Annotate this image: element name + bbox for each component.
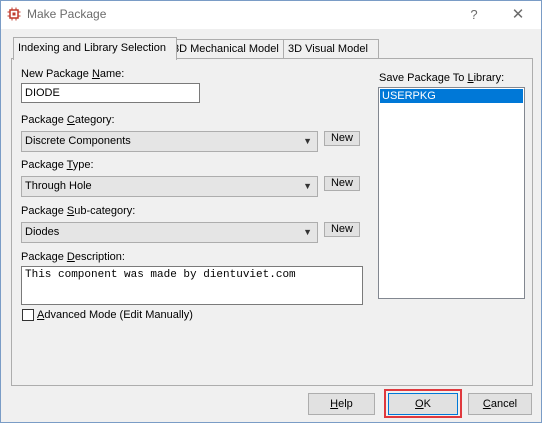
new-category-button[interactable]: New [324,131,360,146]
package-subcategory-label: Package Sub-category: [21,205,136,217]
chevron-down-icon: ▼ [303,227,312,237]
ok-highlight-box [384,389,462,418]
save-to-library-label: Save Package To Library: [379,72,505,84]
package-type-value: Through Hole [25,180,92,192]
make-package-dialog: Make Package ? ✕ Indexing and Library Se… [0,0,542,423]
new-type-button[interactable]: New [324,176,360,191]
help-icon[interactable]: ? [463,5,485,25]
close-icon[interactable]: ✕ [507,5,529,25]
new-subcategory-button[interactable]: New [324,222,360,237]
help-button[interactable]: Help [308,393,375,415]
advanced-mode-label[interactable]: Advanced Mode (Edit Manually) [37,309,193,321]
package-description-label: Package Description: [21,251,125,263]
chip-icon [7,7,21,21]
package-name-label: New Package Name: [21,68,125,80]
title-bar: Make Package ? ✕ [1,1,541,29]
package-name-input[interactable]: DIODE [21,83,200,103]
tab-3d-visual-model[interactable]: 3D Visual Model [283,39,379,59]
tab-indexing-library-selection[interactable]: Indexing and Library Selection [13,37,177,60]
window-title: Make Package [27,7,107,21]
advanced-mode-checkbox[interactable] [22,309,34,321]
package-category-label: Package Category: [21,114,115,126]
package-subcategory-select[interactable]: Diodes ▼ [21,222,318,243]
package-description-input[interactable]: This component was made by dientuviet.co… [21,266,363,305]
cancel-button[interactable]: Cancel [468,393,532,415]
package-subcategory-value: Diodes [25,226,60,238]
library-item-userpkg[interactable]: USERPKG [380,89,523,103]
chevron-down-icon: ▼ [303,136,312,146]
chevron-down-icon: ▼ [303,181,312,191]
package-type-select[interactable]: Through Hole ▼ [21,176,318,197]
package-category-value: Discrete Components [25,135,131,147]
package-type-label: Package Type: [21,159,94,171]
library-listbox[interactable]: USERPKG [378,87,525,299]
tab-3d-mechanical-model[interactable]: 3D Mechanical Model [168,39,286,59]
package-category-select[interactable]: Discrete Components ▼ [21,131,318,152]
tab-panel: New Package Name: DIODE Package Category… [11,58,533,386]
